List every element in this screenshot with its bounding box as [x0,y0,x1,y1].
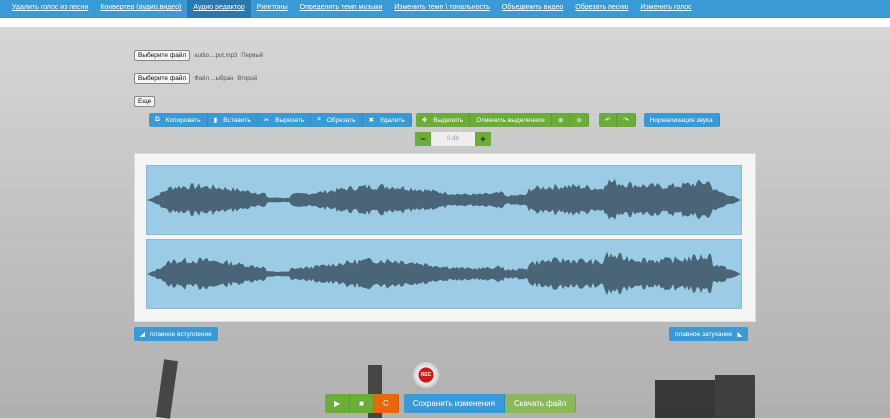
loop-button[interactable]: C [374,394,399,413]
nav-link[interactable]: Обрезать песню [569,0,634,18]
nav-link[interactable]: Удалить голос из песни [6,0,94,18]
file-row-first: Выберите файл audio....put.mp3 Первый [134,50,263,61]
select-label: Выделить [433,116,464,124]
nav-link[interactable]: Объединить видео [496,0,569,18]
play-button[interactable]: ▶ [325,394,351,413]
cut-button[interactable]: ✂ Вырезать [257,113,312,127]
copy-button[interactable]: ⧉ Копировать [149,113,208,127]
close-icon: ✖ [368,117,374,124]
amp-decoration [655,380,715,418]
zoom-out-button[interactable]: ⊖ [570,113,589,127]
copy-label: Копировать [165,116,201,124]
zoom-out-icon: ⊖ [576,117,582,124]
deselect-button[interactable]: Отменить выделенное [470,113,552,127]
download-file-button[interactable]: Скачать файл [504,394,577,413]
fade-in-label: плавное вступление [150,330,212,338]
crop-button[interactable]: ⌗ Обрезать [311,113,363,127]
fade-out-button[interactable]: плавное затухание ◣ [669,327,749,341]
scissors-icon: ✂ [263,117,270,124]
fade-in-button[interactable]: ◢ плавное вступление [134,327,218,341]
edit-toolbar: ⧉ Копировать ▮ Вставить ✂ Вырезать ⌗ Обрезат… [149,113,720,127]
more-button[interactable]: Еще [134,96,156,107]
normalize-button[interactable]: Нормализация звука [643,113,720,127]
select-button[interactable]: ✥ Выделить [415,113,471,127]
zoom-in-icon: ⊕ [557,117,564,124]
file-name-second: Файл ...ыбран [194,75,234,82]
fade-in-icon: ◢ [140,331,145,338]
zoom-in-button[interactable]: ⊕ [551,113,571,127]
nav-link[interactable]: Определить темп музыки [294,0,389,18]
playback-controls: ▶ ■ C Сохранить изменения Скачать файл [325,394,577,413]
nav-link[interactable]: Аудио редактор [187,0,251,18]
delete-label: Удалить [379,116,405,124]
nav-link[interactable]: Рингтоны [251,0,294,18]
paste-icon: ▮ [213,117,218,124]
save-changes-button[interactable]: Сохранить изменения [403,394,505,413]
redo-icon: ↷ [623,117,629,124]
crop-icon: ⌗ [317,116,321,123]
volume-control: − 0 db + [415,132,491,146]
expand-icon: ✥ [421,117,428,124]
waveform-channel-right[interactable] [146,239,742,309]
nav-link[interactable]: Изменить голос [634,0,697,18]
amp-decoration [715,375,755,418]
volume-plus-button[interactable]: + [475,132,491,146]
paste-button[interactable]: ▮ Вставить [207,113,258,127]
waveform-right [147,251,741,296]
file-row-second: Выберите файл Файл ...ыбран Второй [134,73,257,84]
volume-value[interactable]: 0 db [431,132,475,146]
waveform-panel [134,153,756,322]
fade-out-label: плавное затухание [675,330,733,338]
waveform-channel-left[interactable] [146,165,742,235]
choose-file-button-first[interactable]: Выберите файл [134,50,191,61]
nav-underband [0,18,890,28]
top-nav: Удалить голос из песни Конвертер (аудио,в… [0,0,890,18]
undo-button[interactable]: ↶ [598,113,618,127]
cut-label: Вырезать [275,116,305,124]
crop-label: Обрезать [326,116,356,124]
waveform-left [147,179,741,220]
copy-icon: ⧉ [155,116,160,123]
undo-icon: ↶ [604,117,611,124]
volume-minus-button[interactable]: − [415,132,431,146]
waveform-shape [147,179,741,220]
guitar-decoration [156,359,178,419]
delete-button[interactable]: ✖ Удалить [362,113,412,127]
record-button[interactable]: REC [413,362,439,388]
stop-button[interactable]: ■ [350,394,374,413]
file-name-first: audio....put.mp3 [194,52,238,59]
file-label-second: Второй [237,75,258,82]
file-label-first: Первый [241,52,264,59]
choose-file-button-second[interactable]: Выберите файл [134,73,191,84]
nav-link[interactable]: Изменить темп \ тональность [388,0,496,18]
fade-out-icon: ◣ [737,331,743,338]
waveform-shape [147,251,741,296]
nav-link[interactable]: Конвертер (аудио,видео) [94,0,187,18]
redo-button[interactable]: ↷ [617,113,636,127]
paste-label: Вставить [223,116,251,124]
